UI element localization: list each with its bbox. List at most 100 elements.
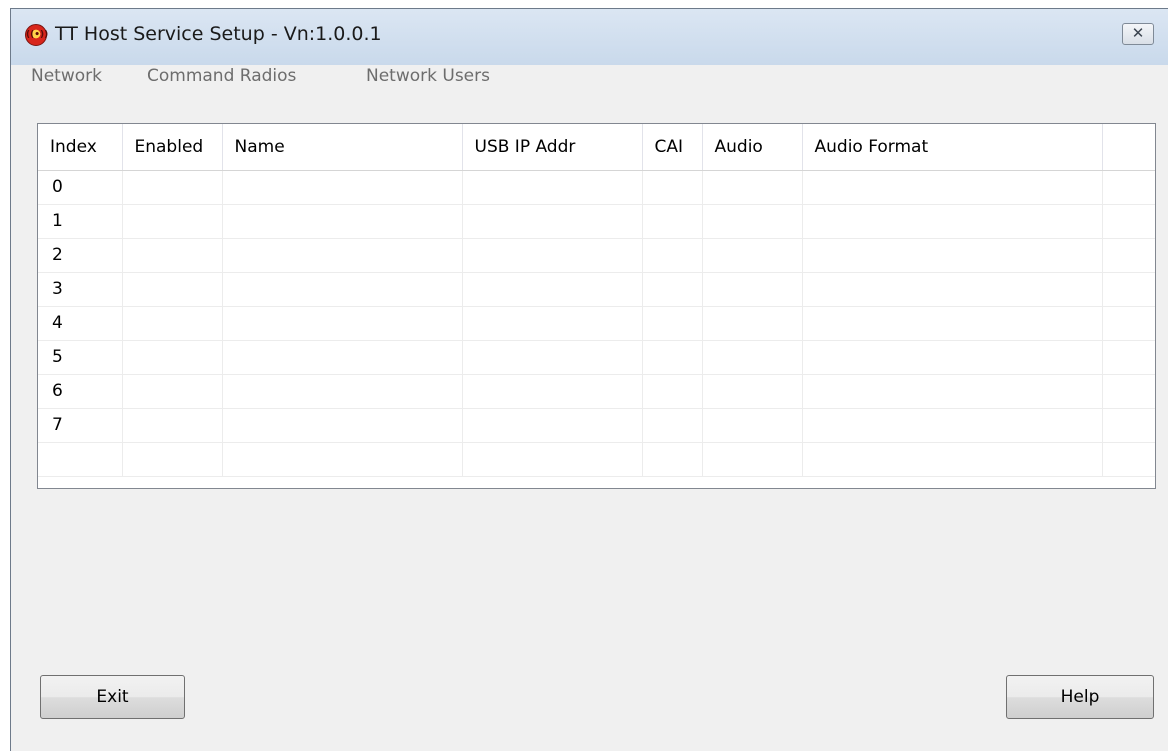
table-cell <box>702 408 803 443</box>
table-cell <box>462 204 643 239</box>
table-row[interactable]: 5 <box>38 340 1155 375</box>
table-cell <box>642 238 703 273</box>
table-cell <box>122 272 223 307</box>
radio-logo-icon: ((•)) <box>25 24 48 46</box>
table-cell <box>642 442 703 477</box>
table-cell <box>1102 374 1155 409</box>
table-cell <box>642 340 703 375</box>
table-cell <box>642 272 703 307</box>
menu-network-users[interactable]: Network Users <box>366 66 490 86</box>
table-cell <box>122 170 223 205</box>
column-header[interactable]: Index <box>38 124 123 171</box>
table-cell <box>642 408 703 443</box>
table-cell <box>222 408 463 443</box>
table-header-row: Index Enabled Name USB IP Addr CAI Audio Audio… <box>38 124 1155 171</box>
table-cell <box>802 408 1103 443</box>
table-row[interactable]: 0 <box>38 170 1155 205</box>
column-header[interactable]: CAI <box>642 124 703 171</box>
table-cell <box>462 442 643 477</box>
table-cell: 7 <box>38 408 123 443</box>
table-cell <box>1102 442 1155 477</box>
table-cell: 0 <box>38 170 123 205</box>
table-cell <box>1102 272 1155 307</box>
radios-grid[interactable]: Index Enabled Name USB IP Addr CAI Audio Audio… <box>37 123 1156 489</box>
table-cell <box>122 340 223 375</box>
table-cell: 6 <box>38 374 123 409</box>
table-cell <box>462 374 643 409</box>
table-row[interactable]: 4 <box>38 306 1155 341</box>
table-cell <box>702 442 803 477</box>
table-cell <box>462 408 643 443</box>
close-icon[interactable]: ✕ <box>1122 23 1154 45</box>
table-cell <box>222 238 463 273</box>
table-row[interactable]: 2 <box>38 238 1155 273</box>
table-cell <box>462 238 643 273</box>
table-cell <box>222 374 463 409</box>
table-cell <box>802 204 1103 239</box>
table-row[interactable] <box>38 442 1155 477</box>
column-header[interactable]: Name <box>222 124 463 171</box>
table-cell: 5 <box>38 340 123 375</box>
table-row[interactable]: 6 <box>38 374 1155 409</box>
exit-button[interactable]: Exit <box>40 675 185 719</box>
table-cell <box>122 442 223 477</box>
column-header[interactable]: USB IP Addr <box>462 124 643 171</box>
table-cell <box>462 170 643 205</box>
table-cell <box>802 340 1103 375</box>
table-cell <box>702 170 803 205</box>
table-cell <box>1102 170 1155 205</box>
table-cell <box>222 442 463 477</box>
table-cell: 3 <box>38 272 123 307</box>
table-cell <box>702 272 803 307</box>
table-cell <box>462 340 643 375</box>
column-header[interactable]: Audio <box>702 124 803 171</box>
table-cell <box>122 408 223 443</box>
table-cell <box>802 272 1103 307</box>
table-cell <box>222 170 463 205</box>
table-cell <box>222 204 463 239</box>
table-cell <box>802 238 1103 273</box>
table-cell <box>642 306 703 341</box>
column-header[interactable]: Audio Format <box>802 124 1103 171</box>
table-cell <box>702 204 803 239</box>
table-row[interactable]: 7 <box>38 408 1155 443</box>
table-row[interactable]: 3 <box>38 272 1155 307</box>
table-cell <box>222 306 463 341</box>
table-cell <box>802 442 1103 477</box>
column-header[interactable]: Enabled <box>122 124 223 171</box>
table-row[interactable]: 1 <box>38 204 1155 239</box>
table-cell: 4 <box>38 306 123 341</box>
table-cell <box>1102 238 1155 273</box>
table-cell <box>462 306 643 341</box>
column-header[interactable] <box>1102 124 1155 171</box>
table-cell <box>702 374 803 409</box>
table-cell <box>122 306 223 341</box>
table-cell <box>642 374 703 409</box>
menu-command-radios[interactable]: Command Radios <box>147 66 296 86</box>
table-cell <box>1102 306 1155 341</box>
table-cell <box>122 238 223 273</box>
table-cell <box>802 306 1103 341</box>
table-cell <box>702 238 803 273</box>
table-cell <box>38 442 123 477</box>
app-window: ((•)) TT Host Service Setup - Vn:1.0.0.1… <box>10 8 1168 751</box>
table-cell: 1 <box>38 204 123 239</box>
table-cell <box>802 374 1103 409</box>
table-cell <box>222 340 463 375</box>
table-cell <box>122 374 223 409</box>
table-cell <box>642 204 703 239</box>
table-cell <box>702 340 803 375</box>
table-cell <box>1102 204 1155 239</box>
table-cell <box>642 170 703 205</box>
table-cell <box>702 306 803 341</box>
table-cell <box>802 170 1103 205</box>
menu-network[interactable]: Network <box>31 66 102 86</box>
table-cell <box>1102 340 1155 375</box>
window-title: TT Host Service Setup - Vn:1.0.0.1 <box>55 23 382 45</box>
table-cell <box>122 204 223 239</box>
help-button[interactable]: Help <box>1006 675 1154 719</box>
title-bar[interactable]: ((•)) TT Host Service Setup - Vn:1.0.0.1… <box>11 9 1168 65</box>
table-cell <box>222 272 463 307</box>
table-cell <box>462 272 643 307</box>
table-cell: 2 <box>38 238 123 273</box>
